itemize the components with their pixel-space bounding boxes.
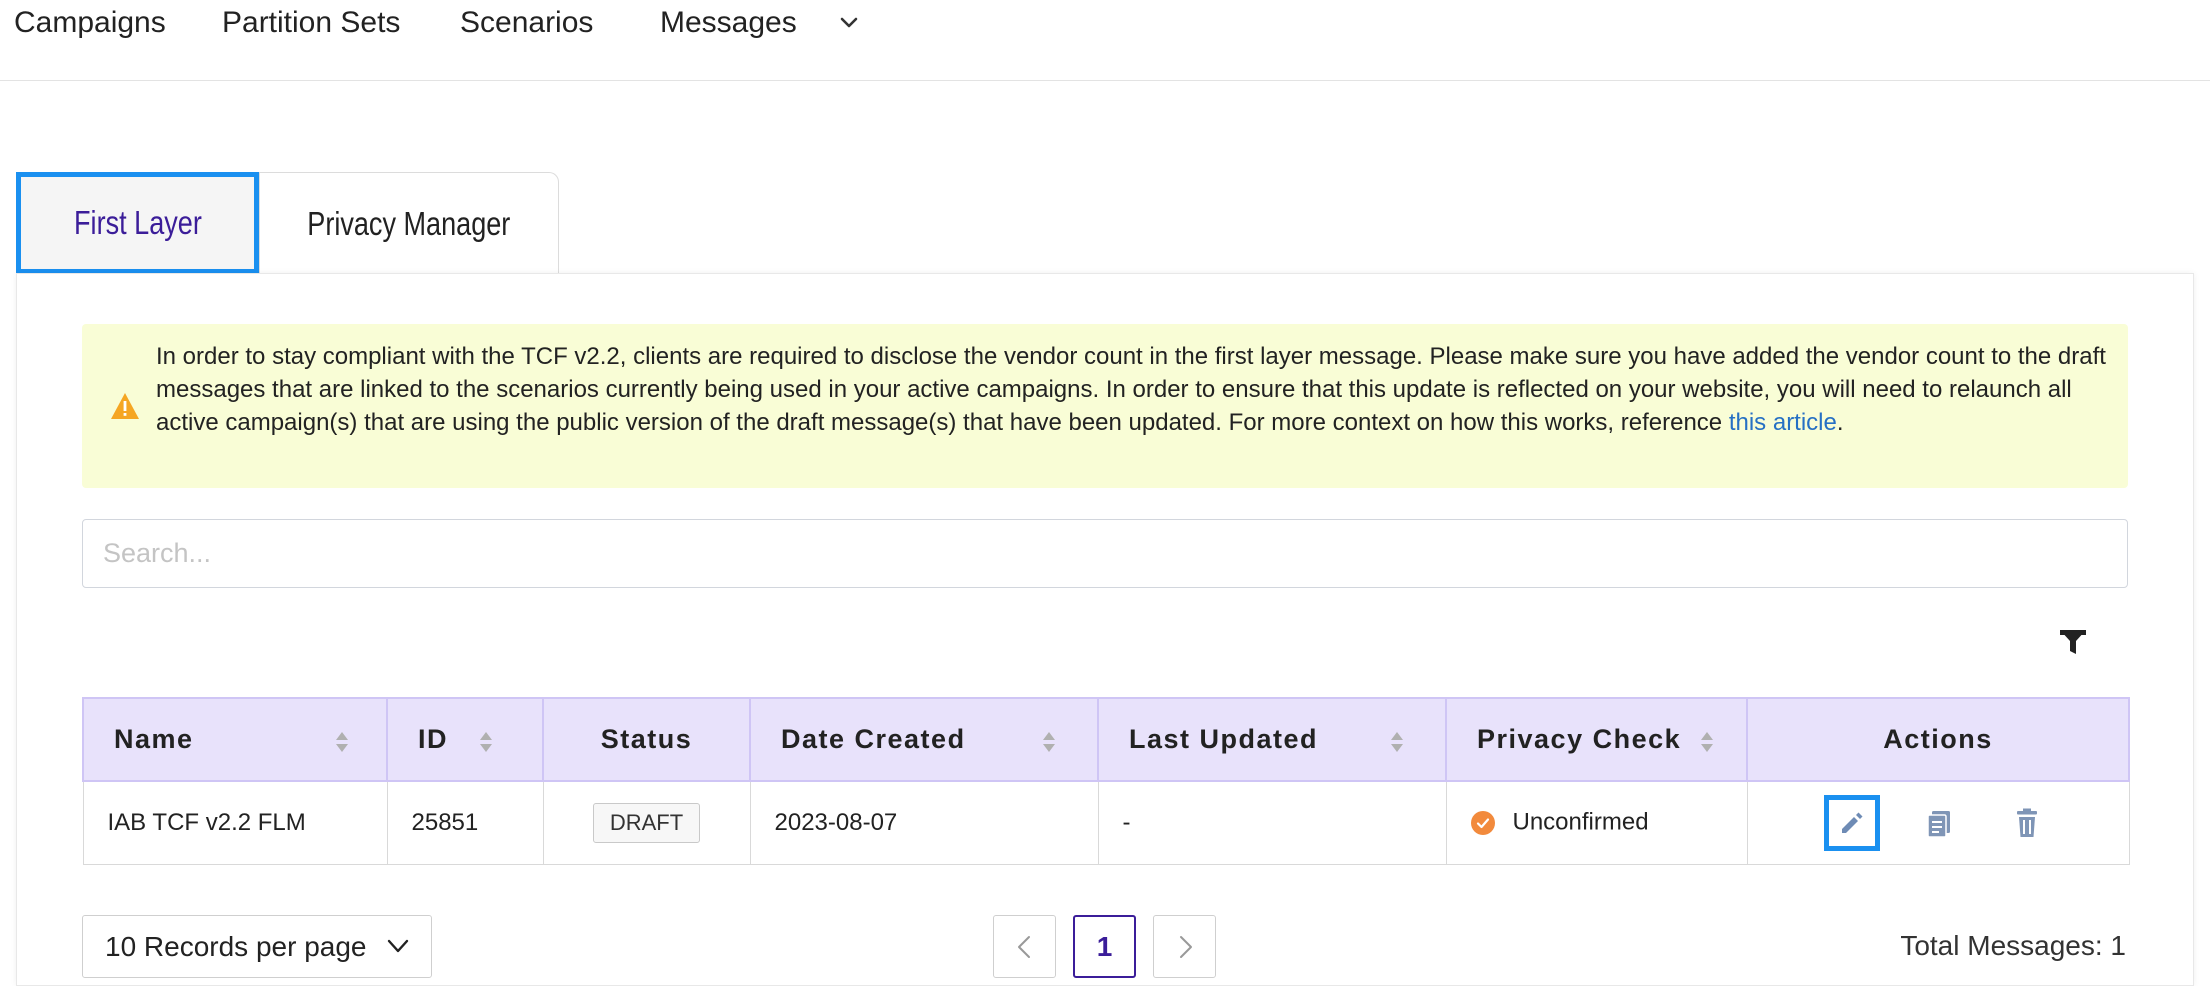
- column-actions-label: Actions: [1883, 724, 1993, 754]
- column-date-created-label: Date Created: [781, 724, 966, 754]
- chevron-left-icon: [1017, 935, 1030, 958]
- warning-icon: [111, 393, 139, 419]
- chevron-right-icon: [1179, 935, 1192, 958]
- column-status-label: Status: [600, 724, 693, 754]
- column-privacy-check-label: Privacy Check: [1477, 724, 1682, 754]
- sort-icon[interactable]: [1389, 730, 1405, 754]
- tab-privacy-manager[interactable]: Privacy Manager: [259, 172, 559, 274]
- column-last-updated[interactable]: Last Updated: [1097, 697, 1447, 782]
- cell-name: IAB TCF v2.2 FLM: [82, 781, 388, 865]
- cell-last-updated: -: [1097, 781, 1447, 865]
- column-actions: Actions: [1746, 697, 2130, 782]
- cell-actions: [1746, 781, 2130, 865]
- unconfirmed-status-icon: [1470, 811, 1495, 836]
- page-1-button[interactable]: 1: [1073, 915, 1136, 978]
- table-row: IAB TCF v2.2 FLM 25851 DRAFT 2023-08-07 …: [82, 781, 2130, 865]
- nav-campaigns[interactable]: Campaigns: [14, 6, 166, 40]
- privacy-check-value: Unconfirmed: [1512, 809, 1649, 837]
- sort-icon[interactable]: [1699, 730, 1715, 754]
- edit-button[interactable]: [1823, 795, 1880, 851]
- cell-date-created: 2023-08-07: [749, 781, 1099, 865]
- records-per-page-value: 10 Records per page: [105, 930, 367, 962]
- alert-text: In order to stay compliant with the TCF …: [156, 340, 2106, 439]
- pencil-icon: [1841, 812, 1862, 833]
- next-page-button[interactable]: [1153, 915, 1216, 978]
- sort-icon[interactable]: [1041, 730, 1057, 754]
- tab-first-layer[interactable]: First Layer: [16, 172, 259, 274]
- top-navigation: Campaigns Partition Sets Scenarios Messa…: [0, 0, 2210, 81]
- nav-scenarios[interactable]: Scenarios: [460, 6, 593, 40]
- column-status: Status: [542, 697, 751, 782]
- cell-privacy-check: Unconfirmed: [1445, 781, 1748, 865]
- duplicate-icon[interactable]: [1923, 807, 1955, 839]
- alert-period: .: [1836, 409, 1844, 436]
- previous-page-button[interactable]: [993, 915, 1056, 978]
- column-date-created[interactable]: Date Created: [749, 697, 1099, 782]
- chevron-down-icon[interactable]: [838, 12, 860, 34]
- column-privacy-check[interactable]: Privacy Check: [1445, 697, 1748, 782]
- cell-status: DRAFT: [542, 781, 751, 865]
- sort-icon[interactable]: [478, 730, 494, 754]
- records-per-page-select[interactable]: 10 Records per page: [82, 915, 432, 978]
- tab-first-layer-label: First Layer: [73, 204, 202, 241]
- trash-icon[interactable]: [2011, 807, 2043, 839]
- search-input[interactable]: [82, 519, 2128, 588]
- chevron-down-icon: [387, 939, 409, 953]
- status-badge: DRAFT: [592, 802, 701, 843]
- table-header-row: Name ID Status Date Created Last Updated…: [82, 697, 2130, 782]
- sort-icon[interactable]: [334, 730, 350, 754]
- tcf-alert: In order to stay compliant with the TCF …: [82, 324, 2128, 488]
- tab-privacy-manager-label: Privacy Manager: [307, 204, 511, 242]
- nav-messages[interactable]: Messages: [660, 6, 797, 40]
- column-name-label: Name: [114, 724, 194, 754]
- column-id[interactable]: ID: [386, 697, 544, 782]
- cell-id: 25851: [386, 781, 544, 865]
- column-id-label: ID: [418, 724, 448, 754]
- this-article-link[interactable]: this article: [1729, 409, 1837, 436]
- column-last-updated-label: Last Updated: [1129, 724, 1319, 754]
- messages-table: Name ID Status Date Created Last Updated…: [82, 697, 2130, 865]
- nav-partition-sets[interactable]: Partition Sets: [222, 6, 400, 40]
- filter-icon[interactable]: [2059, 629, 2087, 655]
- column-name[interactable]: Name: [82, 697, 388, 782]
- total-messages: Total Messages: 1: [1900, 930, 2126, 961]
